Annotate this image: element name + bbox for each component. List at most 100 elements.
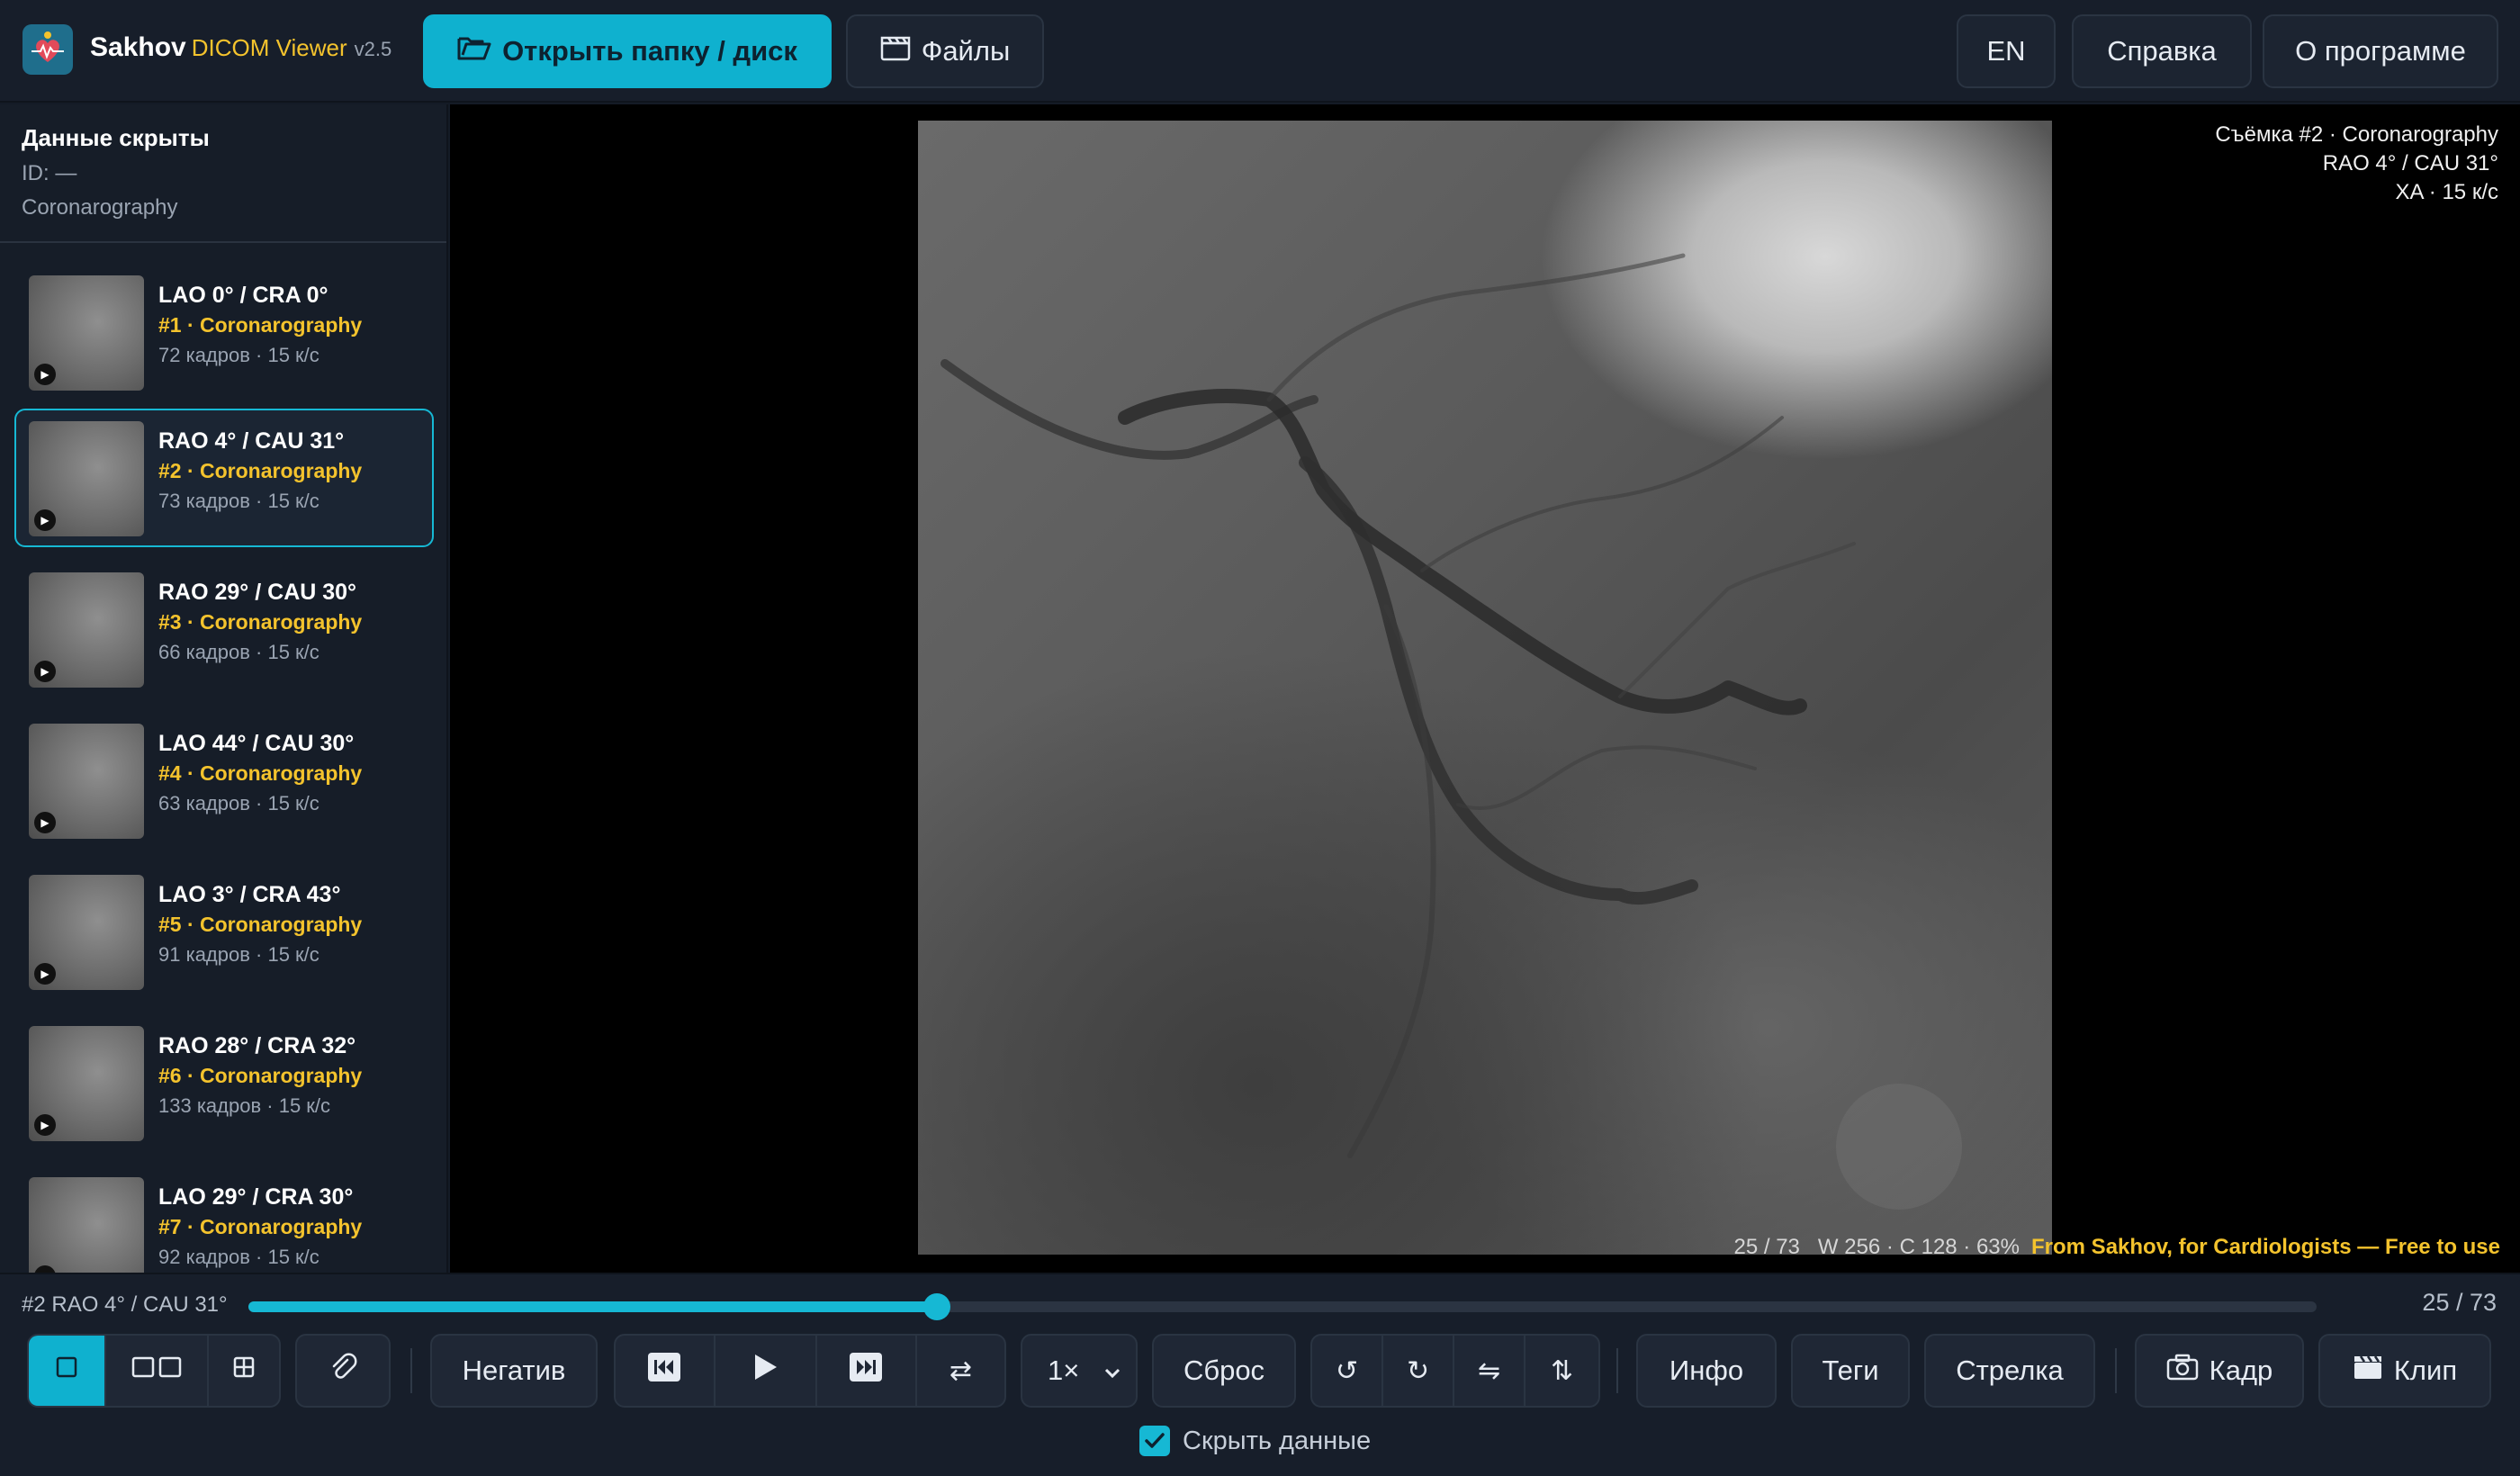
- series-thumbnail: ▶: [29, 724, 144, 839]
- negative-button[interactable]: Негатив: [430, 1334, 598, 1408]
- series-subtitle: #2 · Coronarography: [158, 459, 363, 482]
- camera-icon: [2166, 1354, 2199, 1388]
- rotate-left-button[interactable]: ↺: [1312, 1336, 1384, 1406]
- series-subtitle: #3 · Coronarography: [158, 610, 363, 634]
- app-name: Sakhov: [90, 32, 186, 62]
- negative-label: Негатив: [462, 1354, 566, 1386]
- save-frame-button[interactable]: Кадр: [2135, 1334, 2304, 1408]
- top-bar: Sakhov DICOM Viewer v2.5 Открыть папку / д…: [0, 0, 2520, 103]
- series-title: LAO 0° / CRA 0°: [158, 283, 328, 308]
- clip-label: Клип: [2393, 1354, 2458, 1386]
- series-item[interactable]: ▶ LAO 3° / CRA 43° #5 · Coronarography 9…: [14, 862, 434, 1001]
- dual-view-icon: [131, 1355, 182, 1386]
- arrow-tool-button[interactable]: Стрелка: [1924, 1334, 2095, 1408]
- speed-value: 1×: [1048, 1354, 1080, 1386]
- frame-counter: 25 / 73: [2422, 1289, 2497, 1316]
- series-title: RAO 29° / CAU 30°: [158, 580, 357, 605]
- help-label: Справка: [2107, 35, 2217, 67]
- playback-group: ⇄: [614, 1334, 1006, 1408]
- speed-select[interactable]: 1×: [1021, 1334, 1138, 1408]
- series-item[interactable]: ▶ RAO 28° / CRA 32° #6 · Coronarography …: [14, 1013, 434, 1152]
- reset-button[interactable]: Сброс: [1152, 1334, 1296, 1408]
- layout-grid-button[interactable]: [209, 1336, 279, 1406]
- series-info: 91 кадров · 15 к/с: [158, 943, 320, 966]
- frame-window-stats: 25 / 73 W 256 · C 128 · 63%: [1733, 1235, 2020, 1259]
- flip-vertical-icon: ⇅: [1550, 1355, 1574, 1386]
- series-title: LAO 29° / CRA 30°: [158, 1184, 354, 1210]
- overlay-series: Съёмка #2 · Coronarography: [2215, 122, 2498, 147]
- open-folder-label: Открыть папку / диск: [502, 35, 797, 67]
- bottom-panel: #2 RAO 4° / CAU 31° 25 / 73 Негатив ⇄ 1×…: [0, 1273, 2520, 1476]
- rotate-right-button[interactable]: ↻: [1383, 1336, 1455, 1406]
- transform-group: ↺ ↻ ⇋ ⇅: [1310, 1334, 1600, 1408]
- play-icon: ▶: [34, 509, 56, 531]
- open-folder-button[interactable]: Открыть папку / диск: [423, 14, 832, 88]
- files-label: Файлы: [921, 35, 1011, 67]
- rotate-right-icon: ↻: [1406, 1355, 1430, 1386]
- skip-back-icon: [647, 1352, 681, 1390]
- app-subtitle: DICOM Viewer: [191, 34, 347, 61]
- loop-button[interactable]: ⇄: [917, 1336, 1004, 1406]
- flip-horizontal-button[interactable]: ⇋: [1454, 1336, 1526, 1406]
- arrow-label: Стрелка: [1956, 1354, 2064, 1386]
- series-item-active[interactable]: ▶ RAO 4° / CAU 31° #2 · Coronarography 7…: [14, 409, 434, 547]
- flip-vertical-button[interactable]: ⇅: [1526, 1336, 1598, 1406]
- play-icon: ▶: [34, 963, 56, 985]
- overlay-angle: RAO 4° / CAU 31°: [2322, 151, 2498, 176]
- series-item[interactable]: ▶ LAO 44° / CAU 30° #4 · Coronarography …: [14, 711, 434, 850]
- hide-data-toggle[interactable]: Скрыть данные: [1139, 1426, 1371, 1456]
- frame-scrubber[interactable]: [248, 1293, 2317, 1320]
- info-button[interactable]: Инфо: [1636, 1334, 1777, 1408]
- image-viewport[interactable]: Съёмка #2 · Coronarography RAO 4° / CAU …: [450, 104, 2520, 1273]
- series-item[interactable]: ▶ LAO 29° / CRA 30° #7 · Coronarography …: [14, 1165, 434, 1273]
- about-label: О программе: [2295, 35, 2466, 67]
- tags-button[interactable]: Теги: [1791, 1334, 1910, 1408]
- overlay-modality: XA · 15 к/с: [2395, 180, 2498, 204]
- series-title: LAO 44° / CAU 30°: [158, 731, 355, 756]
- play-icon: [752, 1353, 778, 1389]
- single-view-icon: [55, 1355, 78, 1386]
- patient-study: Coronarography: [22, 195, 178, 220]
- series-subtitle: #4 · Coronarography: [158, 761, 363, 785]
- series-thumbnail: ▶: [29, 572, 144, 688]
- flip-horizontal-icon: ⇋: [1477, 1355, 1501, 1386]
- rotate-left-icon: ↺: [1335, 1355, 1359, 1386]
- series-info: 73 кадров · 15 к/с: [158, 490, 320, 512]
- language-label: EN: [1986, 35, 2026, 67]
- skip-forward-icon: [849, 1352, 883, 1390]
- series-title: LAO 3° / CRA 43°: [158, 882, 341, 907]
- folder-icon: [457, 33, 491, 69]
- help-button[interactable]: Справка: [2072, 14, 2252, 88]
- series-info: 92 кадров · 15 к/с: [158, 1246, 320, 1268]
- series-thumbnail: ▶: [29, 275, 144, 391]
- layout-single-button[interactable]: [29, 1336, 106, 1406]
- angiogram-image[interactable]: [918, 121, 2052, 1255]
- series-item[interactable]: ▶ RAO 29° / CAU 30° #3 · Coronarography …: [14, 560, 434, 698]
- app-title: Sakhov DICOM Viewer v2.5: [90, 32, 392, 63]
- app-logo-icon: [22, 24, 73, 75]
- series-info: 66 кадров · 15 к/с: [158, 641, 320, 663]
- play-button[interactable]: [716, 1336, 817, 1406]
- series-thumbnail: ▶: [29, 421, 144, 536]
- checkbox-checked-icon[interactable]: [1139, 1426, 1170, 1456]
- layout-dual-button[interactable]: [106, 1336, 209, 1406]
- grid-view-icon: [232, 1355, 256, 1386]
- series-thumbnail: ▶: [29, 1177, 144, 1273]
- first-frame-button[interactable]: [616, 1336, 716, 1406]
- series-subtitle: #6 · Coronarography: [158, 1064, 363, 1087]
- last-frame-button[interactable]: [817, 1336, 917, 1406]
- language-button[interactable]: EN: [1957, 14, 2056, 88]
- about-button[interactable]: О программе: [2263, 14, 2498, 88]
- play-icon: ▶: [34, 1114, 56, 1136]
- paperclip-icon: [328, 1352, 358, 1390]
- tags-label: Теги: [1822, 1354, 1879, 1386]
- scrubber-handle[interactable]: [923, 1293, 951, 1320]
- attach-button[interactable]: [295, 1334, 391, 1408]
- patient-id: ID: —: [22, 161, 77, 185]
- play-icon: ▶: [34, 364, 56, 385]
- series-item[interactable]: ▶ LAO 0° / CRA 0° #1 · Coronarography 72…: [14, 263, 434, 401]
- files-button[interactable]: Файлы: [846, 14, 1044, 88]
- reset-label: Сброс: [1183, 1354, 1265, 1386]
- save-clip-button[interactable]: Клип: [2318, 1334, 2491, 1408]
- series-subtitle: #1 · Coronarography: [158, 313, 363, 337]
